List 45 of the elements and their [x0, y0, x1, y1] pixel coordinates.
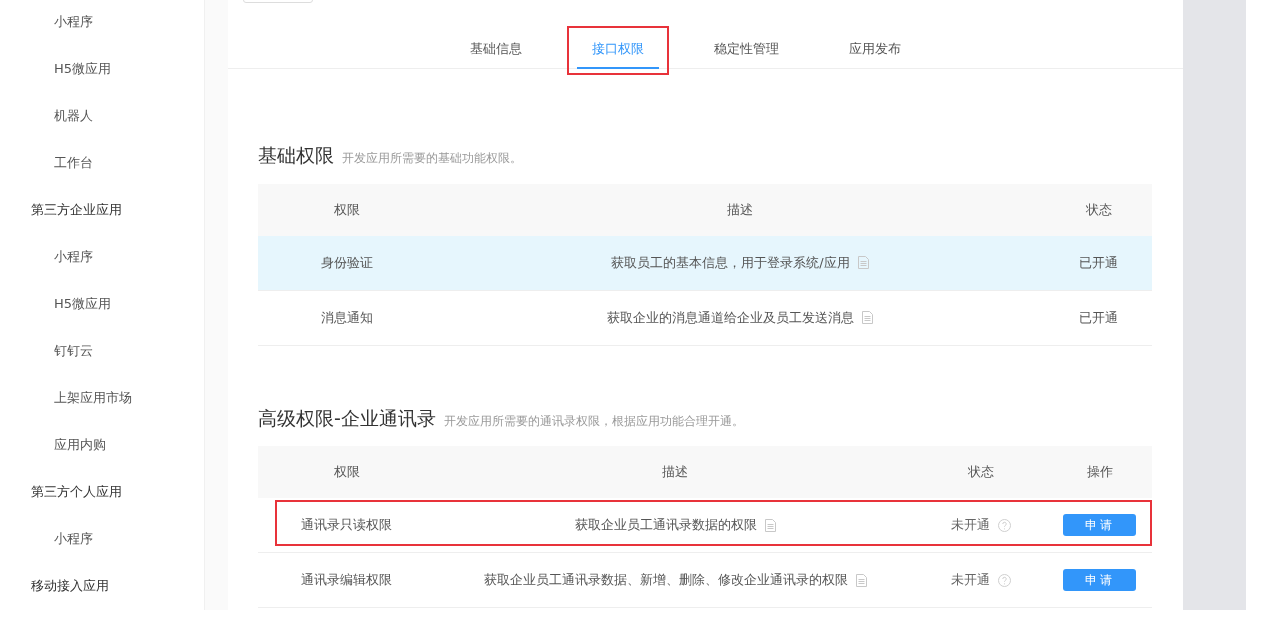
- table-cell-text: 获取企业员工通讯录数据、新增、删除、修改企业通讯录的权限: [483, 571, 848, 590]
- document-icon: [857, 256, 869, 269]
- sidebar-item[interactable]: 应用内购: [54, 435, 106, 455]
- document-icon: [855, 573, 867, 587]
- table-cell-text: 获取企业员工通讯录数据的权限: [574, 516, 757, 535]
- sidebar-item[interactable]: 小程序: [54, 12, 93, 32]
- column-header: 描述: [727, 200, 753, 219]
- sidebar-item[interactable]: 第三方个人应用: [31, 482, 122, 502]
- table-cell-text: 消息通知: [320, 308, 373, 327]
- sidebar-item[interactable]: 机器人: [54, 106, 93, 126]
- column-header: 操作: [1086, 463, 1113, 482]
- column-header: 权限: [333, 463, 360, 482]
- column-header: 权限: [333, 200, 360, 219]
- tab[interactable]: 应用发布: [824, 26, 926, 75]
- section-subtitle: 开发应用所需要的通讯录权限，根据应用功能合理开通。: [443, 412, 744, 430]
- sidebar-item[interactable]: 钉钉云: [54, 341, 93, 361]
- help-icon[interactable]: [998, 518, 1011, 532]
- table-cell-text: 通讯录编辑权限: [301, 571, 392, 590]
- table-cell-text: 通讯录只读权限: [301, 516, 392, 535]
- status-text: 已开通: [1079, 253, 1118, 272]
- sidebar-item[interactable]: 工作台: [54, 153, 93, 173]
- column-header: 状态: [1085, 200, 1112, 219]
- table-cell-text: 获取员工的基本信息，用于登录系统/应用: [611, 253, 850, 272]
- sidebar-item[interactable]: 上架应用市场: [54, 388, 132, 408]
- tab[interactable]: 稳定性管理: [689, 26, 804, 75]
- sidebar-item[interactable]: 移动接入应用: [31, 576, 109, 596]
- column-header: 状态: [968, 463, 994, 482]
- sidebar-item[interactable]: 小程序: [54, 529, 93, 549]
- tab[interactable]: 基础信息: [445, 26, 547, 75]
- sidebar-item[interactable]: H5微应用: [54, 59, 112, 79]
- status-text: 未开通: [951, 516, 990, 535]
- sidebar-item[interactable]: H5微应用: [54, 294, 112, 314]
- section-title: 高级权限-企业通讯录: [258, 405, 436, 431]
- help-icon[interactable]: [998, 573, 1011, 587]
- sidebar-item[interactable]: 小程序: [54, 247, 93, 267]
- status-text: 未开通: [951, 571, 990, 590]
- table-cell-text: 获取企业的消息通道给企业及员工发送消息: [607, 308, 854, 327]
- section-title: 基础权限: [258, 143, 334, 168]
- section-subtitle: 开发应用所需要的基础功能权限。: [342, 150, 522, 167]
- column-header: 描述: [662, 463, 688, 482]
- document-icon: [862, 311, 873, 324]
- sidebar-item[interactable]: 第三方企业应用: [31, 200, 122, 220]
- status-text: 已开通: [1079, 308, 1118, 327]
- table-cell-text: 身份验证: [320, 253, 373, 272]
- document-icon: [764, 518, 776, 532]
